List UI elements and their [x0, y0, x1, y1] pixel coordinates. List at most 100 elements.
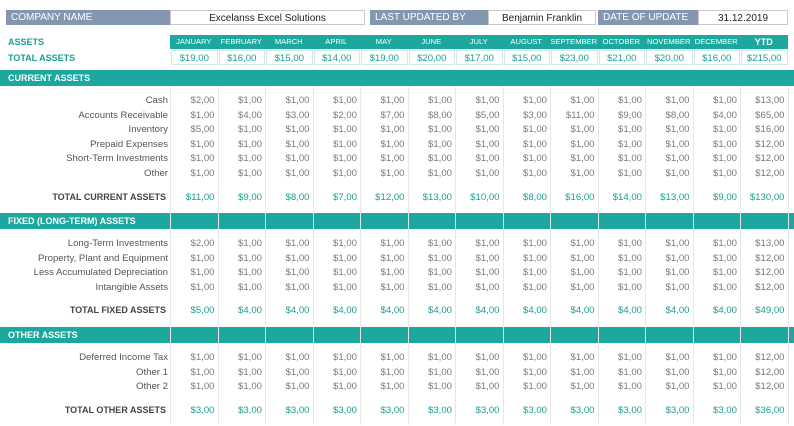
value-cell[interactable]: $1,00 [455, 381, 499, 392]
value-cell[interactable]: $1,00 [693, 282, 737, 293]
value-cell[interactable]: $1,00 [550, 238, 594, 249]
value-cell[interactable]: $1,00 [455, 124, 499, 135]
value-cell[interactable]: $1,00 [313, 282, 357, 293]
value-cell[interactable]: $1,00 [550, 253, 594, 264]
value-cell[interactable]: $1,00 [455, 352, 499, 363]
value-cell[interactable]: $1,00 [598, 267, 642, 278]
value-cell[interactable]: $1,00 [360, 139, 404, 150]
value-cell[interactable]: $1,00 [503, 95, 547, 106]
value-cell[interactable]: $1,00 [455, 168, 499, 179]
company-name-field[interactable]: Excelanss Excel Solutions [170, 10, 365, 25]
value-cell[interactable]: $1,00 [598, 352, 642, 363]
value-cell[interactable]: $1,00 [170, 168, 214, 179]
value-cell[interactable]: $1,00 [408, 253, 452, 264]
value-cell[interactable]: $1,00 [693, 168, 737, 179]
value-cell[interactable]: $1,00 [360, 381, 404, 392]
value-cell[interactable]: $1,00 [408, 168, 452, 179]
value-cell[interactable]: $16,00 [740, 124, 784, 135]
value-cell[interactable]: $1,00 [218, 168, 262, 179]
value-cell[interactable]: $1,00 [360, 124, 404, 135]
value-cell[interactable]: $1,00 [360, 253, 404, 264]
value-cell[interactable]: $1,00 [313, 267, 357, 278]
value-cell[interactable]: $1,00 [313, 253, 357, 264]
value-cell[interactable]: $1,00 [503, 267, 547, 278]
value-cell[interactable]: $12,00 [740, 253, 784, 264]
total-assets-cell[interactable]: $21,00 [598, 50, 645, 65]
value-cell[interactable]: $1,00 [455, 282, 499, 293]
value-cell[interactable]: $1,00 [265, 352, 309, 363]
value-cell[interactable]: $4,00 [218, 110, 262, 121]
value-cell[interactable]: $1,00 [503, 124, 547, 135]
value-cell[interactable]: $1,00 [503, 253, 547, 264]
value-cell[interactable]: $8,00 [408, 110, 452, 121]
value-cell[interactable]: $1,00 [550, 267, 594, 278]
total-assets-cell[interactable]: $15,00 [266, 50, 313, 65]
value-cell[interactable]: $1,00 [170, 367, 214, 378]
value-cell[interactable]: $12,00 [740, 282, 784, 293]
value-cell[interactable]: $1,00 [550, 282, 594, 293]
date-of-update-field[interactable]: 31.12.2019 [698, 10, 788, 25]
value-cell[interactable]: $1,00 [645, 124, 689, 135]
value-cell[interactable]: $1,00 [503, 352, 547, 363]
value-cell[interactable]: $8,00 [645, 110, 689, 121]
value-cell[interactable]: $1,00 [360, 153, 404, 164]
value-cell[interactable]: $12,00 [740, 367, 784, 378]
value-cell[interactable]: $1,00 [218, 253, 262, 264]
value-cell[interactable]: $1,00 [408, 124, 452, 135]
value-cell[interactable]: $1,00 [645, 238, 689, 249]
value-cell[interactable]: $1,00 [693, 153, 737, 164]
value-cell[interactable]: $1,00 [265, 367, 309, 378]
value-cell[interactable]: $1,00 [170, 139, 214, 150]
value-cell[interactable]: $1,00 [218, 124, 262, 135]
value-cell[interactable]: $1,00 [408, 139, 452, 150]
total-assets-cell[interactable]: $14,00 [313, 50, 360, 65]
value-cell[interactable]: $1,00 [550, 139, 594, 150]
value-cell[interactable]: $12,00 [740, 153, 784, 164]
value-cell[interactable]: $1,00 [265, 253, 309, 264]
value-cell[interactable]: $3,00 [503, 110, 547, 121]
total-assets-cell[interactable]: $15,00 [503, 50, 550, 65]
value-cell[interactable]: $1,00 [313, 139, 357, 150]
value-cell[interactable]: $1,00 [265, 238, 309, 249]
value-cell[interactable]: $1,00 [503, 153, 547, 164]
value-cell[interactable]: $1,00 [598, 124, 642, 135]
value-cell[interactable]: $1,00 [693, 267, 737, 278]
value-cell[interactable]: $1,00 [218, 352, 262, 363]
value-cell[interactable]: $1,00 [550, 95, 594, 106]
value-cell[interactable]: $1,00 [598, 153, 642, 164]
value-cell[interactable]: $1,00 [360, 95, 404, 106]
value-cell[interactable]: $1,00 [503, 238, 547, 249]
value-cell[interactable]: $2,00 [170, 238, 214, 249]
value-cell[interactable]: $1,00 [218, 282, 262, 293]
total-assets-cell[interactable]: $20,00 [646, 50, 693, 65]
total-assets-cell[interactable]: $23,00 [551, 50, 598, 65]
value-cell[interactable]: $65,00 [740, 110, 784, 121]
value-cell[interactable]: $11,00 [550, 110, 595, 121]
value-cell[interactable]: $1,00 [550, 367, 594, 378]
value-cell[interactable]: $7,00 [360, 110, 404, 121]
value-cell[interactable]: $1,00 [550, 153, 594, 164]
value-cell[interactable]: $1,00 [645, 139, 689, 150]
total-assets-cell[interactable]: $16,00 [693, 50, 740, 65]
total-assets-cell[interactable]: $20,00 [408, 50, 455, 65]
value-cell[interactable]: $1,00 [313, 381, 357, 392]
value-cell[interactable]: $1,00 [360, 352, 404, 363]
value-cell[interactable]: $1,00 [360, 168, 404, 179]
value-cell[interactable]: $1,00 [503, 367, 547, 378]
value-cell[interactable]: $1,00 [170, 282, 214, 293]
value-cell[interactable]: $1,00 [170, 153, 214, 164]
value-cell[interactable]: $1,00 [313, 238, 357, 249]
value-cell[interactable]: $12,00 [740, 381, 784, 392]
value-cell[interactable]: $1,00 [218, 367, 262, 378]
value-cell[interactable]: $5,00 [170, 124, 214, 135]
value-cell[interactable]: $1,00 [170, 352, 214, 363]
value-cell[interactable]: $1,00 [265, 267, 309, 278]
value-cell[interactable]: $1,00 [218, 267, 262, 278]
value-cell[interactable]: $1,00 [218, 381, 262, 392]
value-cell[interactable]: $1,00 [313, 168, 357, 179]
value-cell[interactable]: $1,00 [360, 282, 404, 293]
value-cell[interactable]: $1,00 [408, 238, 452, 249]
value-cell[interactable]: $1,00 [503, 168, 547, 179]
value-cell[interactable]: $1,00 [360, 267, 404, 278]
value-cell[interactable]: $1,00 [693, 95, 737, 106]
